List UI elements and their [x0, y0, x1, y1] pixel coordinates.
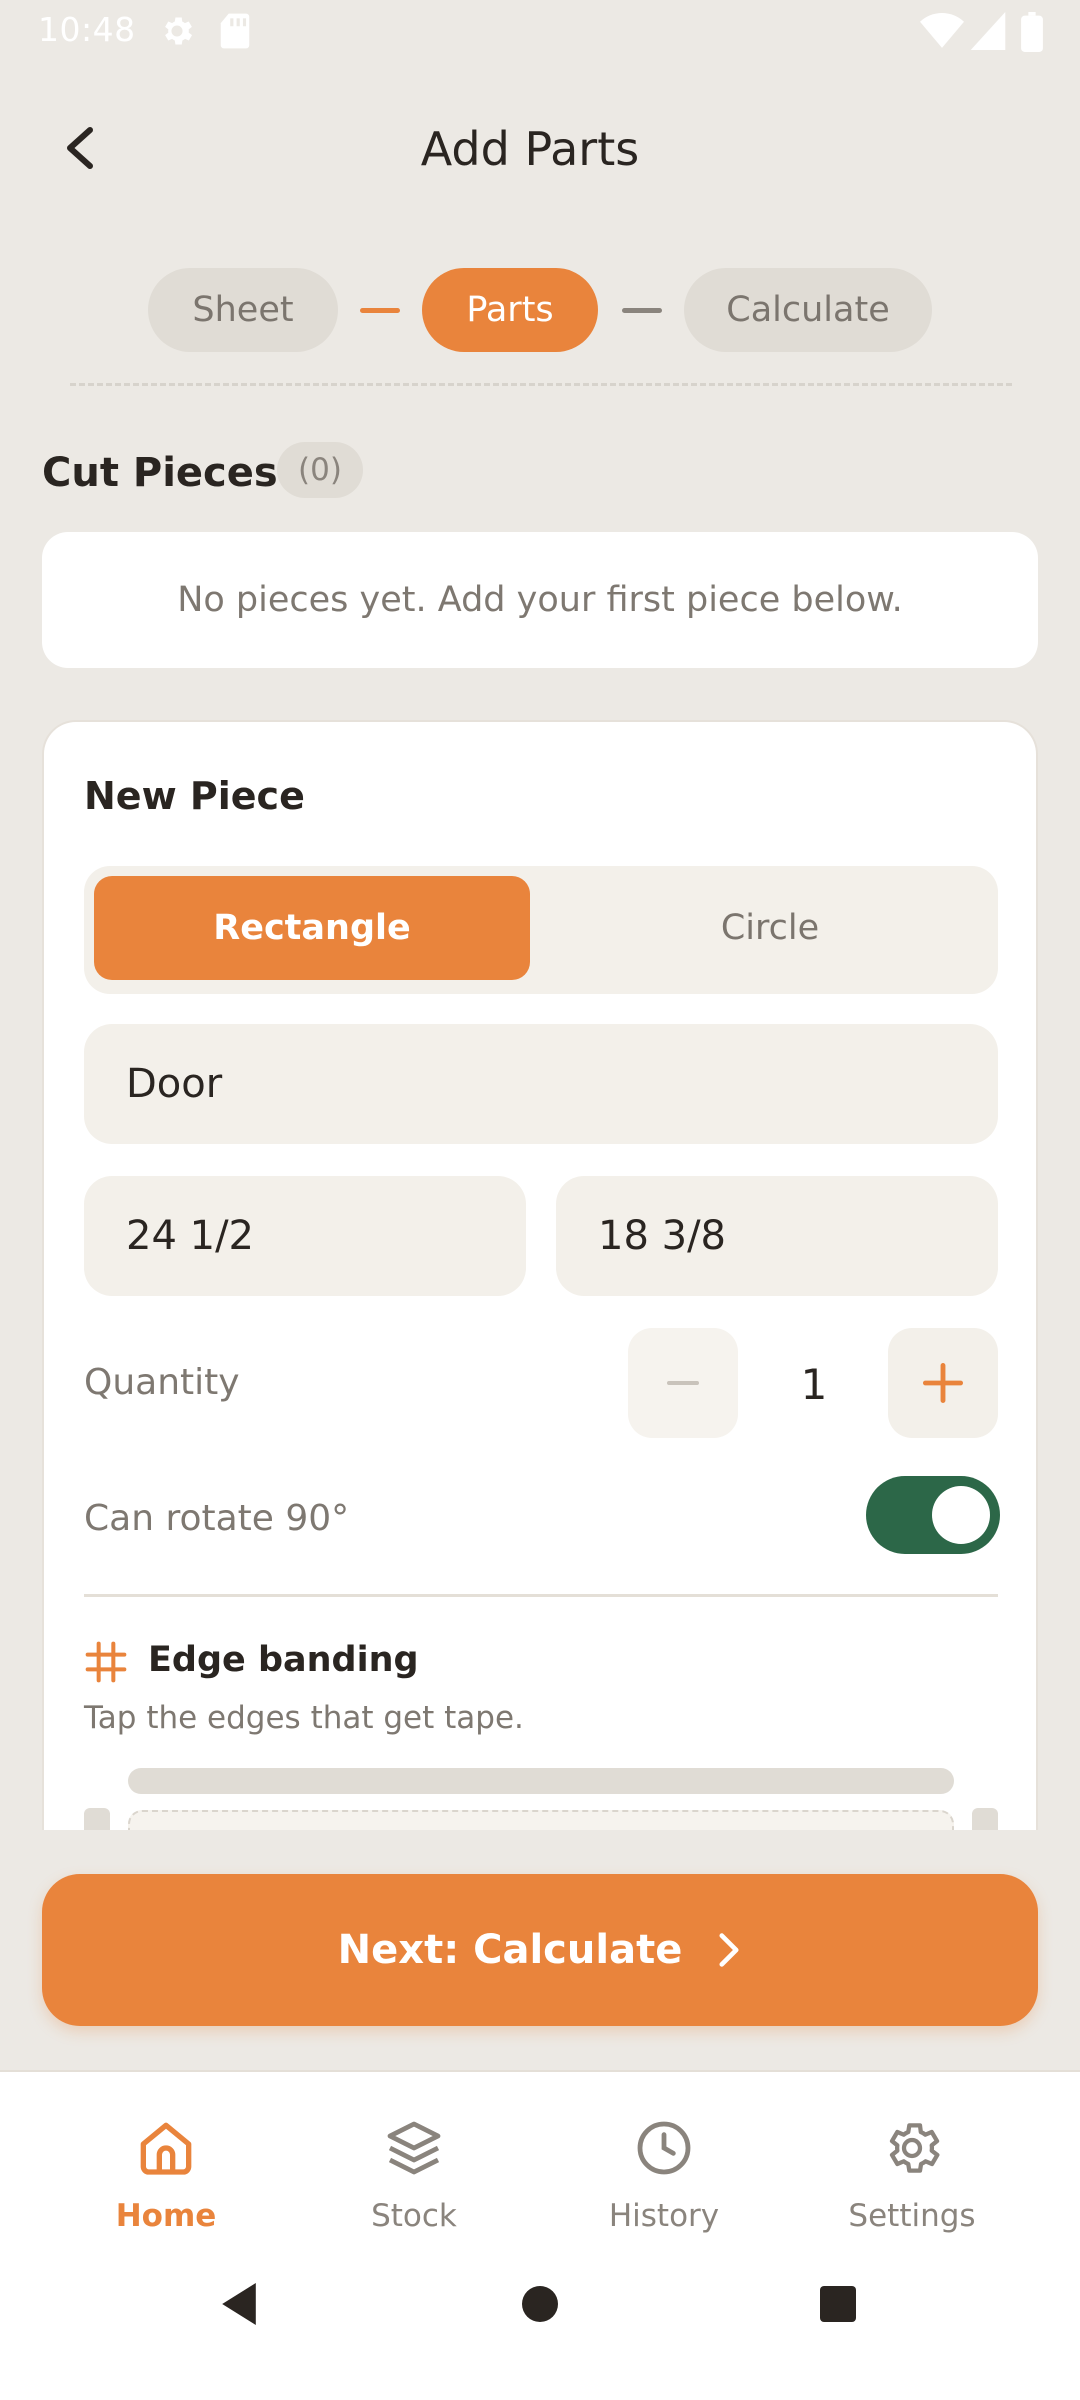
- nav-stock-label: Stock: [371, 2198, 457, 2234]
- empty-pieces-card: No pieces yet. Add your first piece belo…: [42, 532, 1038, 668]
- next-button-label: Next: Calculate: [337, 1927, 683, 1973]
- settings-status-icon: [165, 17, 193, 45]
- nav-settings-label: Settings: [848, 2198, 976, 2234]
- plus-icon: [922, 1362, 964, 1404]
- nav-home-label: Home: [115, 2198, 217, 2234]
- rotate-toggle[interactable]: [866, 1476, 1000, 1554]
- edge-right-toggle[interactable]: [972, 1808, 998, 1830]
- battery-icon: [1021, 12, 1043, 52]
- piece-width-field[interactable]: 24 1/2: [84, 1176, 526, 1296]
- rotate-label: Can rotate 90°: [84, 1498, 350, 1539]
- step-sheet[interactable]: Sheet: [148, 268, 338, 352]
- hash-grid-icon: [85, 1641, 127, 1683]
- card-divider: [84, 1594, 998, 1597]
- quantity-increment-button[interactable]: [888, 1328, 998, 1438]
- edge-piece-preview: [128, 1810, 954, 1830]
- nav-history-label: History: [608, 2198, 720, 2234]
- edge-banding-hint: Tap the edges that get tape.: [84, 1700, 524, 1736]
- edge-top-toggle[interactable]: [128, 1768, 954, 1794]
- piece-height-field[interactable]: 18 3/8: [556, 1176, 998, 1296]
- shape-circle-option[interactable]: Circle: [552, 876, 988, 980]
- step-calculate[interactable]: Calculate: [684, 268, 932, 352]
- step-parts[interactable]: Parts: [422, 268, 598, 352]
- wifi-icon: [920, 12, 964, 48]
- chevron-right-icon: [719, 1933, 739, 1967]
- step-connector: [622, 308, 662, 313]
- edge-banding-title: Edge banding: [148, 1640, 419, 1680]
- piece-name-field[interactable]: Door: [84, 1024, 998, 1144]
- edge-left-toggle[interactable]: [84, 1808, 110, 1830]
- shape-segmented-control: Rectangle Circle: [84, 866, 998, 994]
- nav-history[interactable]: History: [544, 2116, 784, 2234]
- nav-stock[interactable]: Stock: [294, 2116, 534, 2234]
- quantity-decrement-button[interactable]: [628, 1328, 738, 1438]
- minus-icon: [667, 1381, 699, 1385]
- new-piece-title: New Piece: [84, 774, 305, 818]
- new-piece-card: New Piece Rectangle Circle Door 24 1/2 1…: [42, 720, 1038, 1830]
- shape-rectangle-option[interactable]: Rectangle: [94, 876, 530, 980]
- nav-settings[interactable]: Settings: [792, 2116, 1032, 2234]
- system-back-icon[interactable]: [218, 2280, 260, 2328]
- home-icon: [140, 2122, 192, 2175]
- pieces-count-badge: (0): [277, 442, 363, 498]
- nav-home[interactable]: Home: [46, 2116, 286, 2234]
- empty-pieces-message: No pieces yet. Add your first piece belo…: [177, 580, 903, 620]
- page-title: Add Parts: [420, 122, 640, 176]
- cut-pieces-title: Cut Pieces: [42, 450, 278, 496]
- toggle-knob: [932, 1486, 990, 1544]
- sd-card-icon: [220, 13, 250, 49]
- next-calculate-button[interactable]: Next: Calculate: [42, 1874, 1038, 2026]
- quantity-value: 1: [800, 1360, 828, 1409]
- step-connector: [360, 308, 400, 313]
- status-time: 10:48: [38, 10, 136, 49]
- gear-icon: [889, 2123, 940, 2173]
- clock-icon: [637, 2121, 691, 2175]
- system-home-icon[interactable]: [520, 2284, 560, 2324]
- status-bar: 10:48: [0, 0, 1080, 62]
- stepper-divider: [70, 383, 1012, 386]
- system-recents-icon[interactable]: [818, 2284, 858, 2324]
- quantity-label: Quantity: [84, 1362, 240, 1403]
- bottom-nav: Home Stock History Settings: [0, 2070, 1080, 2400]
- signal-icon: [970, 12, 1006, 50]
- layers-icon: [387, 2121, 441, 2175]
